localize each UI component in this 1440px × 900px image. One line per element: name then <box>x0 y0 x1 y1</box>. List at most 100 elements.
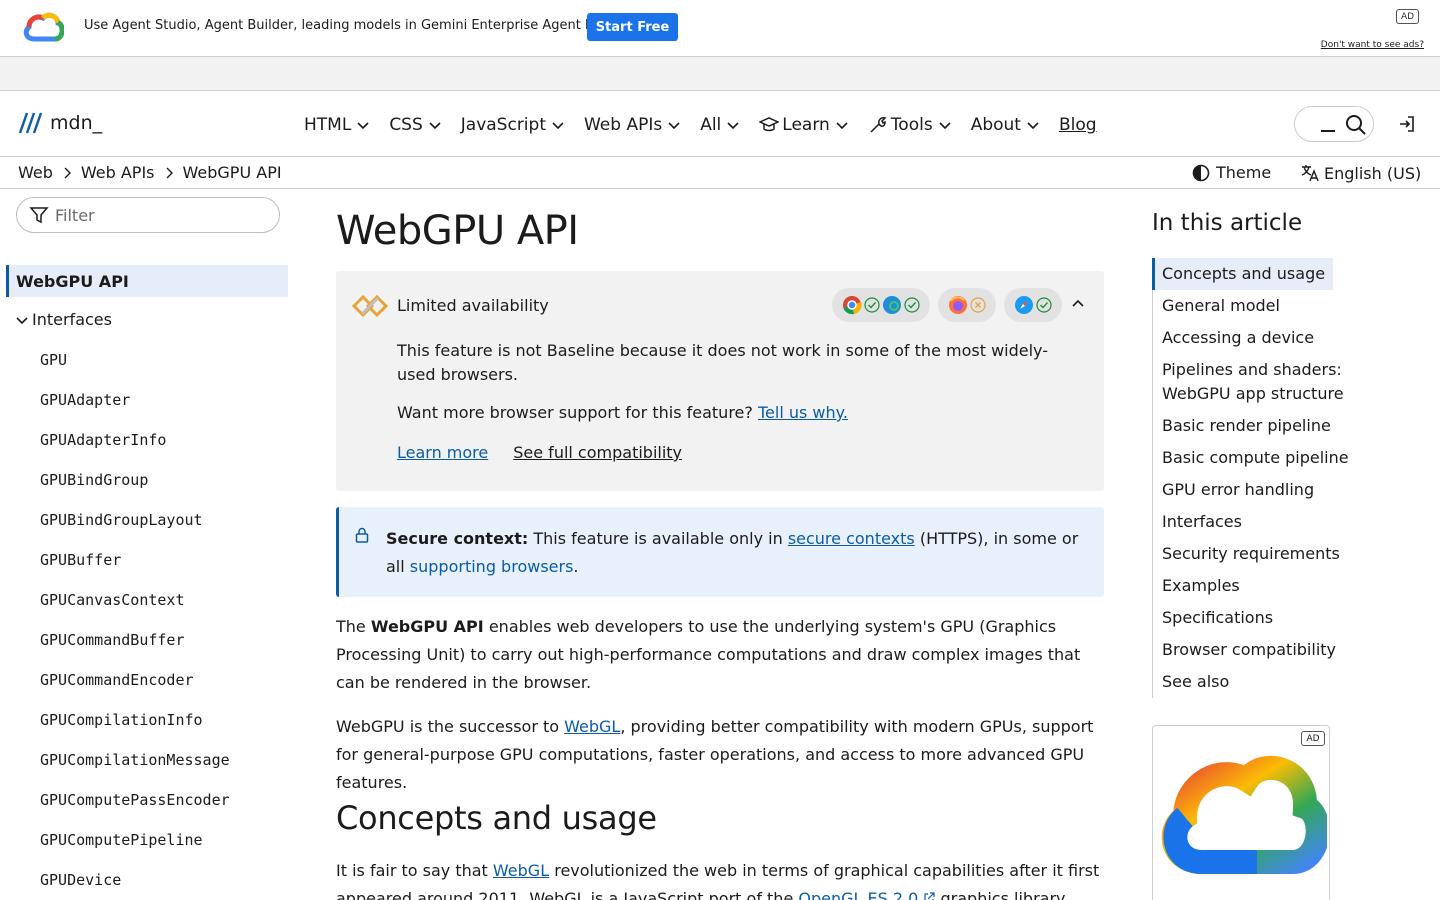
breadcrumb-web-apis[interactable]: Web APIs <box>81 163 155 182</box>
supported-check-icon <box>864 297 880 313</box>
menu-all[interactable]: All <box>700 113 739 137</box>
sidebar-group-interfaces[interactable]: Interfaces <box>16 310 112 329</box>
toc-list: Concepts and usage General model Accessi… <box>1152 258 1422 698</box>
main-content: WebGPU API Limited availability This fea… <box>336 190 1104 900</box>
secure-context-text: Secure context: This feature is availabl… <box>386 529 1079 576</box>
baseline-links: Learn more See full compatibility <box>397 443 682 462</box>
chevron-down-icon <box>1027 122 1039 130</box>
sidebar-item[interactable]: GPUBindGroupLayout <box>40 500 230 540</box>
browser-pill-firefox[interactable] <box>938 288 996 322</box>
toc-item[interactable]: GPU error handling <box>1153 474 1422 506</box>
edge-icon <box>883 296 901 314</box>
supported-check-icon <box>1036 297 1052 313</box>
opengl-es-link[interactable]: OpenGL ES 2.0 <box>798 889 918 900</box>
translate-icon <box>1301 165 1319 182</box>
menu-javascript[interactable]: JavaScript <box>461 113 564 137</box>
menu-learn[interactable]: Learn <box>759 113 848 137</box>
side-ad[interactable]: AD <box>1152 725 1330 900</box>
google-cloud-logo-icon <box>1161 755 1327 874</box>
sidebar-item[interactable]: GPUAdapter <box>40 380 230 420</box>
toc-item[interactable]: Browser compatibility <box>1153 634 1422 666</box>
breadcrumb-web[interactable]: Web <box>18 163 53 182</box>
supported-check-icon <box>904 297 920 313</box>
login-icon[interactable] <box>1397 114 1417 134</box>
sidebar-interface-list: GPU GPUAdapter GPUAdapterInfo GPUBindGro… <box>40 340 230 900</box>
toc-item[interactable]: Examples <box>1153 570 1422 602</box>
browser-pill-safari[interactable] <box>1004 288 1062 322</box>
menu-web-apis[interactable]: Web APIs <box>584 113 680 137</box>
baseline-feedback: Want more browser support for this featu… <box>397 403 848 422</box>
start-free-button[interactable]: Start Free <box>587 13 678 41</box>
menu-about[interactable]: About <box>971 113 1039 137</box>
sidebar-item[interactable]: GPUComputePassEncoder <box>40 780 230 820</box>
toc-item[interactable]: General model <box>1153 290 1422 322</box>
sidebar-item[interactable]: GPUCompilationInfo <box>40 700 230 740</box>
mdn-logo[interactable]: mdn_ <box>18 111 102 135</box>
filter-input[interactable]: Filter <box>16 197 280 233</box>
breadcrumb-webgpu-api[interactable]: WebGPU API <box>183 163 282 182</box>
google-cloud-logo-icon[interactable] <box>22 11 64 43</box>
external-link-icon <box>924 892 936 900</box>
theme-button[interactable]: Theme <box>1192 163 1271 182</box>
toc-item[interactable]: See also <box>1153 666 1422 698</box>
supporting-browsers-link[interactable]: supporting browsers <box>410 557 574 576</box>
sidebar-item[interactable]: GPUCommandBuffer <box>40 620 230 660</box>
firefox-icon <box>949 296 967 314</box>
browser-pill-chromium[interactable] <box>832 288 930 322</box>
sidebar-item[interactable]: GPUComputePipeline <box>40 820 230 860</box>
chevron-down-icon <box>16 316 28 324</box>
table-of-contents: In this article Concepts and usage Gener… <box>1152 190 1422 698</box>
chevron-down-icon <box>552 122 564 130</box>
toc-item[interactable]: Specifications <box>1153 602 1422 634</box>
menu-blog[interactable]: Blog <box>1059 115 1097 135</box>
successor-paragraph: WebGPU is the successor to WebGL, provid… <box>336 717 1094 792</box>
webgl-link[interactable]: WebGL <box>564 717 620 736</box>
chevron-up-icon[interactable] <box>1072 299 1084 309</box>
toc-item[interactable]: Security requirements <box>1153 538 1422 570</box>
sidebar-item-webgpu-api[interactable]: WebGPU API <box>6 265 288 297</box>
toc-item-concepts[interactable]: Concepts and usage <box>1152 258 1334 290</box>
menu-html[interactable]: HTML <box>304 113 369 137</box>
ad-tag: AD <box>1396 9 1419 24</box>
baseline-box: Limited availability This feature is not… <box>336 271 1104 491</box>
sidebar-item[interactable]: GPUCompilationMessage <box>40 740 230 780</box>
toc-item[interactable]: Basic compute pipeline <box>1153 442 1422 474</box>
menu-css[interactable]: CSS <box>389 113 441 137</box>
chevron-down-icon <box>357 122 369 130</box>
secure-context-note: Secure context: This feature is availabl… <box>336 507 1104 597</box>
sidebar-item[interactable]: GPUDevice <box>40 860 230 900</box>
chevron-right-icon <box>166 167 173 178</box>
toc-item[interactable]: Accessing a device <box>1153 322 1422 354</box>
tell-us-why-link[interactable]: Tell us why. <box>758 403 848 422</box>
safari-icon <box>1015 296 1033 314</box>
top-navigation: mdn_ HTML CSS JavaScript Web APIs All Le… <box>0 91 1440 157</box>
learn-more-link[interactable]: Learn more <box>397 443 488 462</box>
search-cursor <box>1321 130 1335 132</box>
mdn-m-icon <box>18 112 43 134</box>
toc-item[interactable]: Pipelines and shaders: WebGPU app struct… <box>1153 354 1422 410</box>
wrench-icon <box>870 117 887 133</box>
webgl-link[interactable]: WebGL <box>493 861 549 880</box>
baseline-title: Limited availability <box>397 296 549 315</box>
secure-contexts-link[interactable]: secure contexts <box>788 529 915 548</box>
search-button[interactable] <box>1294 106 1374 142</box>
ad-text[interactable]: Use Agent Studio, Agent Builder, leading… <box>84 18 644 33</box>
brand-text: mdn_ <box>50 112 103 134</box>
see-full-compatibility-link[interactable]: See full compatibility <box>513 443 682 462</box>
sidebar-item[interactable]: GPUCommandEncoder <box>40 660 230 700</box>
sidebar-item[interactable]: GPUAdapterInfo <box>40 420 230 460</box>
chevron-down-icon <box>939 122 951 130</box>
menu-tools[interactable]: Tools <box>868 113 951 137</box>
banner-strip <box>0 57 1440 91</box>
sidebar-item[interactable]: GPUCanvasContext <box>40 580 230 620</box>
no-ads-link[interactable]: Don't want to see ads? <box>1321 40 1424 50</box>
toc-item[interactable]: Basic render pipeline <box>1153 410 1422 442</box>
sidebar-item[interactable]: GPU <box>40 340 230 380</box>
sidebar-item[interactable]: GPUBindGroup <box>40 460 230 500</box>
concepts-paragraph: It is fair to say that WebGL revolutioni… <box>336 857 1104 900</box>
browser-support-pills <box>832 288 1062 322</box>
language-button[interactable]: English (US) <box>1300 163 1421 183</box>
sidebar-item[interactable]: GPUBuffer <box>40 540 230 580</box>
toc-item[interactable]: Interfaces <box>1153 506 1422 538</box>
intro-paragraph: The WebGPU API enables web developers to… <box>336 617 1081 692</box>
